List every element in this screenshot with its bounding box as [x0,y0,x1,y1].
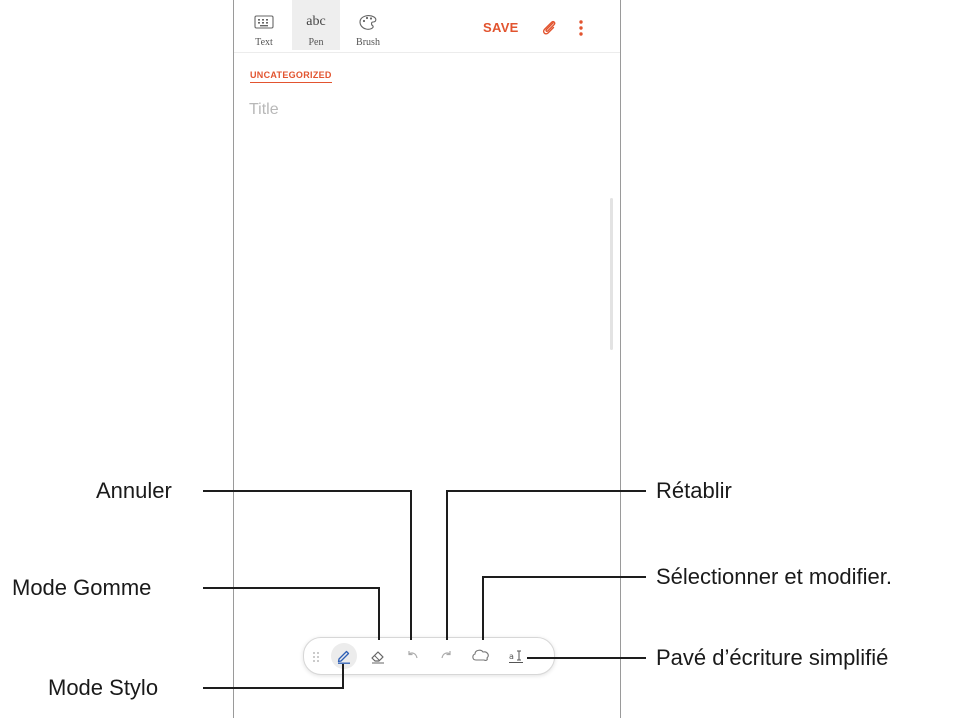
text-mode-label: Text [255,37,273,48]
save-button[interactable]: SAVE [483,20,519,35]
pen-mode-label: Pen [308,37,324,48]
callout-line-easy-writing [527,657,646,659]
paperclip-icon[interactable] [539,18,559,38]
callout-line-select [482,576,646,578]
callout-redo: Rétablir [656,478,732,503]
brush-mode-button[interactable]: Brush [344,0,392,50]
svg-text:a: a [509,652,514,661]
palette-icon [357,10,379,34]
callout-pen-mode: Mode Stylo [48,675,159,700]
more-vertical-icon[interactable] [575,18,587,38]
callout-line-pen [203,687,344,689]
easy-writing-pad-icon[interactable]: a [503,643,529,669]
callout-line-eraser-vertical [378,587,380,640]
callout-undo: Annuler [96,478,172,503]
callout-select-edit: Sélectionner et modifier. [656,564,893,589]
eraser-icon[interactable] [365,643,391,669]
phone-screen: Text abc Pen Brush SAVE UNCATEGORIZED Ti… [233,0,621,718]
callout-line-redo [446,490,646,492]
pen-toolbar: a [303,637,555,675]
redo-icon[interactable] [433,643,459,669]
text-mode-button[interactable]: Text [240,0,288,50]
callout-line-select-vertical [482,576,484,640]
scrollbar[interactable] [610,198,613,350]
pen-mode-icon[interactable] [331,643,357,669]
callout-line-pen-vertical [342,664,344,688]
callout-line-undo [203,490,412,492]
keyboard-icon [254,10,274,34]
callout-eraser-mode: Mode Gomme [12,575,152,600]
lasso-select-icon[interactable] [468,643,494,669]
abc-handwriting-icon: abc [306,14,326,29]
callout-line-eraser [203,587,379,589]
pen-mode-tab[interactable]: abc Pen [292,0,340,50]
undo-icon[interactable] [400,643,426,669]
callout-line-undo-vertical [410,490,412,640]
drag-handle-icon[interactable] [312,650,320,662]
title-input[interactable] [249,99,589,121]
callout-line-redo-vertical [446,490,448,640]
callout-easy-writing-pad: Pavé d’écriture simplifié [656,645,889,670]
note-toolbar: Text abc Pen Brush SAVE [234,0,620,53]
category-selector[interactable]: UNCATEGORIZED [250,70,332,83]
brush-mode-label: Brush [356,37,380,48]
